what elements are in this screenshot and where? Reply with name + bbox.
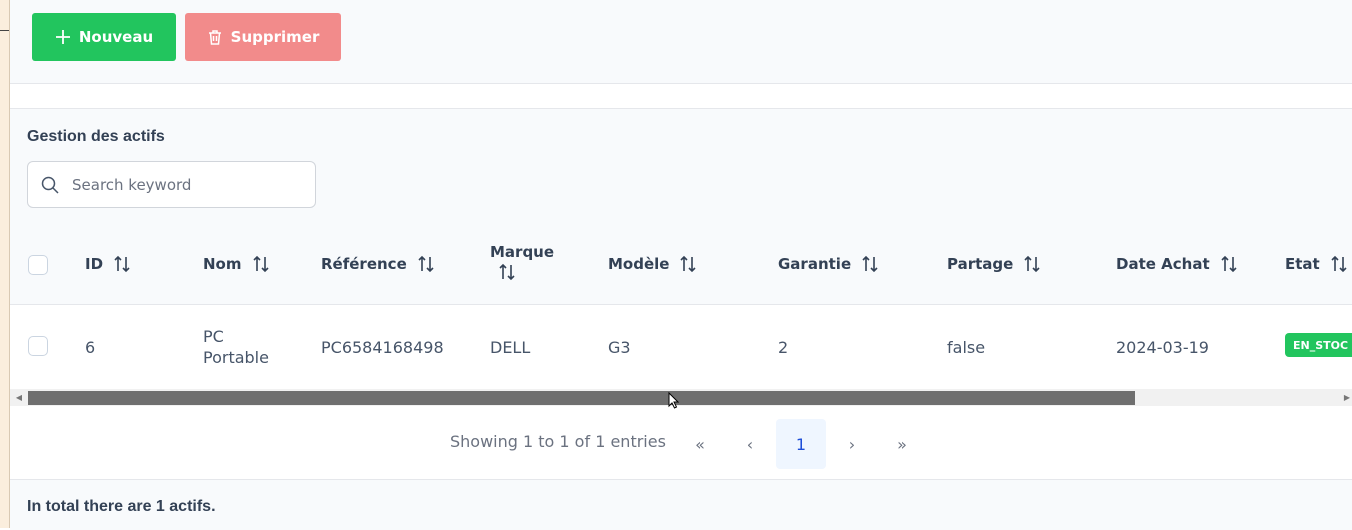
new-button[interactable]: Nouveau: [32, 13, 176, 61]
search-icon: [40, 175, 60, 195]
page-title: Gestion des actifs: [27, 128, 165, 145]
scrollbar-thumb[interactable]: [28, 391, 1135, 405]
total-summary: In total there are 1 actifs.: [27, 498, 216, 515]
column-header-partage[interactable]: Partage: [947, 255, 1041, 273]
cell-modele: G3: [608, 338, 631, 357]
table-row[interactable]: 6 PC Portable PC6584168498 DELL G3 2 fal…: [10, 305, 1352, 389]
scroll-right-arrow-icon[interactable]: ▶: [1340, 389, 1352, 406]
sort-icon: [113, 255, 131, 273]
delete-button[interactable]: Supprimer: [185, 13, 341, 61]
row-checkbox[interactable]: [28, 336, 48, 356]
cell-garantie: 2: [778, 338, 789, 357]
trash-icon: [207, 29, 223, 46]
new-button-label: Nouveau: [78, 28, 154, 46]
column-header-nom[interactable]: Nom: [203, 255, 270, 273]
next-page-button[interactable]: ›: [827, 419, 877, 469]
sort-icon: [252, 255, 270, 273]
sort-icon: [1023, 255, 1041, 273]
cell-id: 6: [85, 338, 96, 357]
last-page-button[interactable]: »: [877, 419, 927, 469]
column-header-date-achat[interactable]: Date Achat: [1116, 255, 1238, 273]
search-input[interactable]: [70, 174, 294, 195]
pagination: Showing 1 to 1 of 1 entries « ‹ 1 › »: [10, 406, 1352, 478]
toolbar: Nouveau Supprimer: [10, 0, 1352, 84]
column-header-marque[interactable]: Marque: [490, 243, 554, 281]
cell-partage: false: [947, 338, 986, 357]
horizontal-scrollbar[interactable]: ◀ ▶: [10, 389, 1352, 406]
plus-icon: [55, 29, 71, 45]
sort-icon: [861, 255, 879, 273]
cell-marque: DELL: [490, 338, 531, 357]
select-all-checkbox[interactable]: [28, 255, 48, 275]
column-header-reference[interactable]: Référence: [321, 255, 435, 273]
sort-icon: [1330, 255, 1348, 273]
column-header-etat[interactable]: Etat: [1285, 255, 1348, 273]
entries-summary: Showing 1 to 1 of 1 entries: [450, 432, 666, 451]
sort-icon: [679, 255, 697, 273]
table-header: ID Nom Référence Marque Modèle Garantie …: [10, 227, 1352, 305]
column-header-garantie[interactable]: Garantie: [778, 255, 879, 273]
window-edge-mark: [0, 30, 9, 31]
first-page-button[interactable]: «: [675, 419, 725, 469]
search-box: [27, 161, 316, 208]
assets-card: Gestion des actifs ID Nom Référence Marq…: [10, 108, 1352, 530]
sort-icon: [498, 263, 516, 281]
mouse-cursor-icon: [668, 391, 680, 413]
sort-icon: [1220, 255, 1238, 273]
sort-icon: [417, 255, 435, 273]
card-header: Gestion des actifs: [10, 109, 1352, 228]
delete-button-label: Supprimer: [230, 28, 320, 46]
prev-page-button[interactable]: ‹: [725, 419, 775, 469]
status-badge: EN_STOC: [1285, 333, 1352, 357]
table-footer: In total there are 1 actifs.: [10, 479, 1352, 530]
column-header-modele[interactable]: Modèle: [608, 255, 697, 273]
column-header-id[interactable]: ID: [85, 255, 131, 273]
cell-reference: PC6584168498: [321, 338, 444, 357]
cell-date-achat: 2024-03-19: [1116, 338, 1209, 357]
window-edge: [0, 0, 10, 528]
cell-nom: PC Portable: [203, 327, 269, 367]
page-1-button[interactable]: 1: [776, 419, 826, 469]
scroll-left-arrow-icon[interactable]: ◀: [12, 389, 26, 406]
